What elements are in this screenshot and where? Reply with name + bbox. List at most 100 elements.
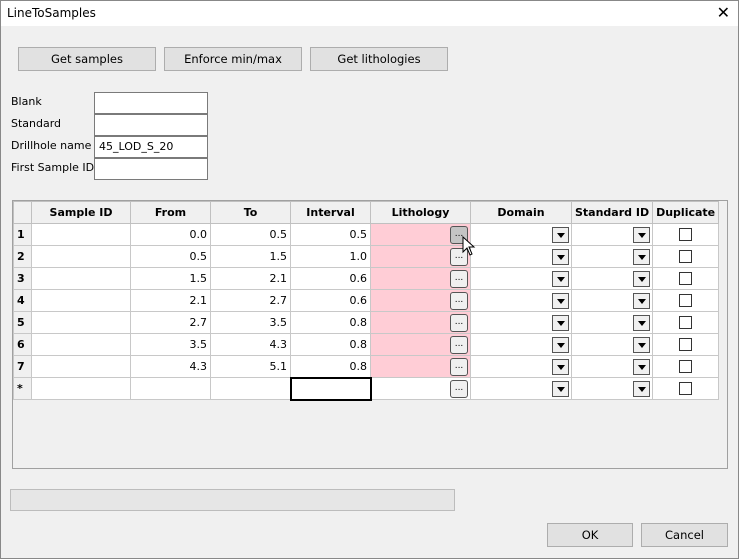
duplicate-checkbox[interactable]: [679, 338, 693, 352]
interval-cell[interactable]: 0.8: [290, 311, 371, 334]
domain-dropdown-icon[interactable]: [552, 315, 569, 331]
duplicate-checkbox[interactable]: [679, 316, 693, 330]
new-row[interactable]: * ...: [13, 376, 720, 401]
standard-id-cell[interactable]: [570, 311, 654, 334]
lithology-cell[interactable]: ...: [370, 245, 471, 268]
sample-id-cell[interactable]: [31, 377, 131, 400]
col-lithology[interactable]: Lithology: [370, 201, 471, 224]
table-row[interactable]: 2 0.5 1.5 1.0 ...: [13, 245, 720, 268]
lithology-cell[interactable]: ...: [370, 333, 471, 356]
row-header[interactable]: 7: [13, 355, 32, 378]
lithology-picker-button[interactable]: ...: [450, 270, 468, 288]
standard-id-cell[interactable]: [570, 355, 654, 378]
table-row[interactable]: 5 2.7 3.5 0.8 ...: [13, 311, 720, 334]
duplicate-checkbox[interactable]: [679, 360, 693, 374]
lithology-cell[interactable]: ...: [370, 355, 471, 378]
sample-id-cell[interactable]: [31, 355, 131, 378]
blank-input[interactable]: [94, 92, 208, 114]
from-cell[interactable]: 0.5: [130, 245, 211, 268]
interval-cell[interactable]: 0.8: [290, 355, 371, 378]
domain-cell[interactable]: [470, 289, 572, 312]
interval-cell[interactable]: 0.6: [290, 267, 371, 290]
lithology-picker-button[interactable]: ...: [450, 314, 468, 332]
row-header[interactable]: 4: [13, 289, 32, 312]
col-duplicate[interactable]: Duplicate: [652, 201, 720, 224]
lithology-cell[interactable]: ...: [370, 267, 471, 290]
table-row[interactable]: 4 2.1 2.7 0.6 ...: [13, 289, 720, 312]
from-cell[interactable]: 3.5: [130, 333, 211, 356]
from-cell[interactable]: 0.0: [130, 223, 211, 246]
to-cell[interactable]: 2.7: [210, 289, 291, 312]
duplicate-checkbox[interactable]: [679, 250, 693, 264]
ok-button[interactable]: OK: [547, 523, 633, 547]
domain-cell[interactable]: [470, 245, 572, 268]
duplicate-cell[interactable]: [652, 355, 720, 378]
from-cell[interactable]: 2.7: [130, 311, 211, 334]
row-header[interactable]: 3: [13, 267, 32, 290]
sample-id-cell[interactable]: [31, 289, 131, 312]
first-sample-id-input[interactable]: [94, 158, 208, 180]
get-samples-button[interactable]: Get samples: [18, 47, 156, 71]
row-header[interactable]: 5: [13, 311, 32, 334]
standard-id-dropdown-icon[interactable]: [633, 359, 651, 375]
row-header[interactable]: 2: [13, 245, 32, 268]
col-domain[interactable]: Domain: [470, 201, 572, 224]
table-row[interactable]: 6 3.5 4.3 0.8 ...: [13, 333, 720, 356]
row-header[interactable]: 1: [13, 223, 32, 246]
close-icon[interactable]: ✕: [717, 3, 730, 22]
domain-dropdown-icon[interactable]: [552, 227, 569, 243]
domain-cell[interactable]: [470, 311, 572, 334]
lithology-cell[interactable]: ...: [370, 377, 471, 400]
to-cell[interactable]: 3.5: [210, 311, 291, 334]
lithology-picker-button[interactable]: ...: [450, 292, 468, 310]
lithology-picker-button[interactable]: ...: [450, 380, 468, 398]
duplicate-checkbox[interactable]: [679, 294, 693, 308]
table-row[interactable]: 7 4.3 5.1 0.8 ...: [13, 355, 720, 378]
sample-id-cell[interactable]: [31, 223, 131, 246]
domain-cell[interactable]: [470, 377, 572, 400]
col-standard-id[interactable]: Standard ID: [570, 201, 654, 224]
from-cell[interactable]: 2.1: [130, 289, 211, 312]
lithology-cell[interactable]: ...: [370, 311, 471, 334]
samples-grid[interactable]: Sample ID From To Interval Lithology Dom…: [12, 200, 728, 469]
domain-cell[interactable]: [470, 267, 572, 290]
standard-input[interactable]: [94, 114, 208, 136]
sample-id-cell[interactable]: [31, 267, 131, 290]
sample-id-cell[interactable]: [31, 245, 131, 268]
standard-id-cell[interactable]: [570, 289, 654, 312]
domain-dropdown-icon[interactable]: [552, 293, 569, 309]
to-cell[interactable]: 1.5: [210, 245, 291, 268]
duplicate-cell[interactable]: [652, 245, 720, 268]
from-cell[interactable]: [130, 377, 211, 400]
lithology-picker-button[interactable]: ...: [450, 336, 468, 354]
standard-id-dropdown-icon[interactable]: [633, 293, 651, 309]
interval-cell[interactable]: 1.0: [290, 245, 371, 268]
standard-id-cell[interactable]: [570, 267, 654, 290]
drillhole-name-input[interactable]: 45_LOD_S_20: [94, 136, 208, 158]
from-cell[interactable]: 1.5: [130, 267, 211, 290]
row-header[interactable]: *: [13, 377, 32, 400]
corner-header[interactable]: [13, 201, 32, 224]
sample-id-cell[interactable]: [31, 333, 131, 356]
standard-id-dropdown-icon[interactable]: [633, 381, 651, 397]
col-sample-id[interactable]: Sample ID: [31, 201, 131, 224]
table-row[interactable]: 3 1.5 2.1 0.6 ...: [13, 267, 720, 290]
to-cell[interactable]: 4.3: [210, 333, 291, 356]
interval-cell[interactable]: 0.6: [290, 289, 371, 312]
duplicate-cell[interactable]: [652, 311, 720, 334]
to-cell[interactable]: 0.5: [210, 223, 291, 246]
domain-dropdown-icon[interactable]: [552, 381, 569, 397]
interval-cell[interactable]: 0.8: [290, 333, 371, 356]
duplicate-cell[interactable]: [652, 377, 720, 400]
standard-id-dropdown-icon[interactable]: [633, 227, 651, 243]
sample-id-cell[interactable]: [31, 311, 131, 334]
enforce-min-max-button[interactable]: Enforce min/max: [164, 47, 302, 71]
duplicate-cell[interactable]: [652, 289, 720, 312]
standard-id-cell[interactable]: [570, 377, 654, 400]
domain-dropdown-icon[interactable]: [552, 359, 569, 375]
duplicate-cell[interactable]: [652, 333, 720, 356]
domain-cell[interactable]: [470, 223, 572, 246]
domain-cell[interactable]: [470, 333, 572, 356]
col-from[interactable]: From: [130, 201, 211, 224]
from-cell[interactable]: 4.3: [130, 355, 211, 378]
